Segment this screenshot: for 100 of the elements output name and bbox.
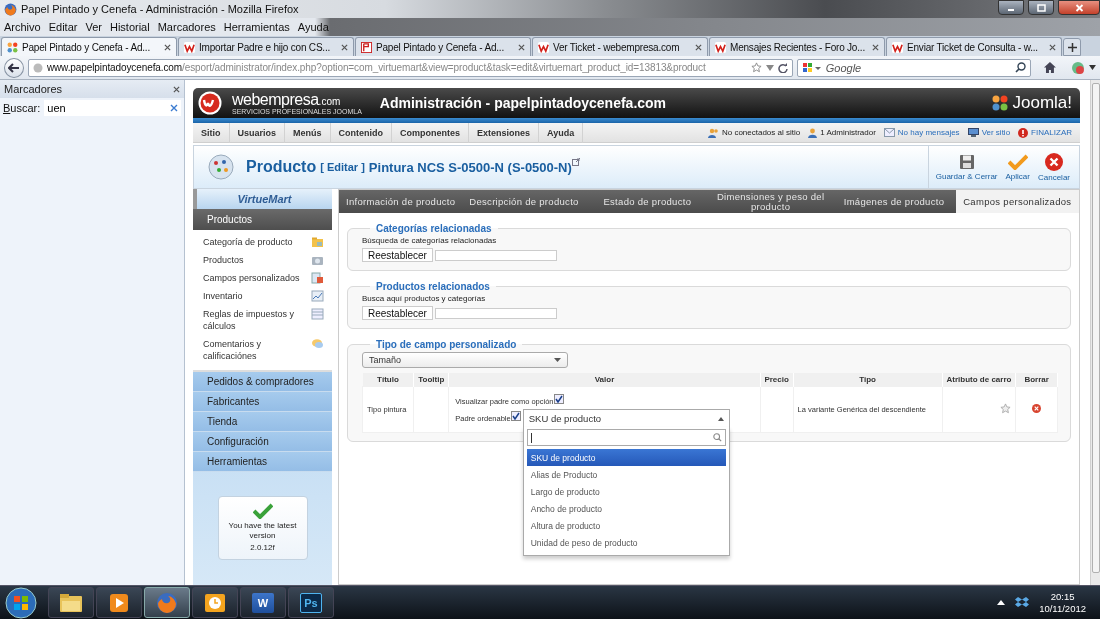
nav-menu-item[interactable]: Usuarios bbox=[229, 122, 285, 143]
star-icon[interactable] bbox=[750, 62, 762, 73]
close-icon[interactable] bbox=[518, 43, 525, 51]
taskbar-app[interactable] bbox=[192, 587, 238, 618]
status-link[interactable]: No conectados al sitio bbox=[707, 127, 801, 138]
dropdown-option[interactable]: Largo de producto bbox=[526, 483, 726, 500]
sidebar-link[interactable]: Categoría de producto bbox=[203, 236, 324, 248]
status-link[interactable]: Ver sitio bbox=[967, 128, 1011, 137]
browser-tab[interactable]: Papel Pintado y Cenefa - Ad... bbox=[355, 37, 531, 56]
close-icon[interactable] bbox=[173, 85, 180, 93]
field-dropdown[interactable]: SKU de producto bbox=[522, 409, 730, 427]
nav-menu-item[interactable]: Sitio bbox=[193, 122, 230, 143]
search-input-field[interactable] bbox=[434, 249, 557, 261]
star-icon[interactable] bbox=[1000, 403, 1012, 414]
nav-menu-item[interactable]: Menús bbox=[285, 122, 331, 143]
sidebar-group[interactable]: Pedidos & compradores bbox=[193, 372, 332, 392]
sidebar-group[interactable]: Herramientas bbox=[193, 452, 332, 472]
back-button[interactable] bbox=[4, 57, 24, 78]
content-tab[interactable]: Información de producto bbox=[339, 190, 463, 213]
menu-item[interactable]: Ver bbox=[81, 18, 106, 36]
taskbar-app[interactable]: W bbox=[240, 587, 286, 618]
toolbar-button[interactable]: Aplicar bbox=[1002, 153, 1033, 181]
nav-menu-item[interactable]: Extensiones bbox=[469, 122, 540, 143]
bookmark-search-box[interactable]: uen bbox=[44, 100, 181, 116]
reset-button[interactable]: Reestablecer bbox=[362, 306, 433, 320]
toolbar-button[interactable]: Cancelar bbox=[1035, 152, 1073, 182]
close-icon[interactable] bbox=[695, 43, 702, 51]
dropdown-option[interactable]: Ancho de producto bbox=[526, 500, 726, 517]
dropdown-arrow-icon[interactable] bbox=[765, 64, 774, 71]
sidebar-group[interactable]: Tienda bbox=[193, 412, 332, 432]
menu-item[interactable]: Marcadores bbox=[153, 18, 220, 36]
search-field[interactable]: Google bbox=[825, 61, 1012, 74]
dropdown-search-field[interactable] bbox=[526, 429, 726, 446]
sidebar-group[interactable]: Configuración bbox=[193, 432, 332, 452]
maximize-button[interactable] bbox=[1028, 0, 1054, 15]
sidebar-link[interactable]: Comentarios y calificaciónes bbox=[203, 338, 324, 362]
tray-arrow-icon[interactable] bbox=[997, 600, 1006, 605]
content-tab[interactable]: Dimensiones y peso del producto bbox=[709, 190, 833, 213]
search-box[interactable]: Google bbox=[796, 58, 1032, 77]
photoshop-icon: Ps bbox=[300, 592, 322, 613]
search-input-field[interactable] bbox=[434, 307, 557, 319]
reset-button[interactable]: Reestablecer bbox=[362, 248, 433, 262]
close-icon[interactable] bbox=[164, 43, 171, 51]
clock[interactable]: 20:15 10/11/2012 bbox=[1039, 590, 1086, 615]
sidebar-link[interactable]: Inventario bbox=[203, 290, 324, 302]
status-link[interactable]: 1 Administrador bbox=[808, 127, 876, 138]
sidebar-link[interactable]: Productos bbox=[203, 254, 324, 266]
browser-tab[interactable]: Importar Padre e hijo con CS... bbox=[178, 37, 354, 56]
close-icon[interactable] bbox=[341, 43, 348, 51]
sidebar-link[interactable]: Reglas de impuestos y cálculos bbox=[203, 308, 324, 332]
external-link-icon[interactable] bbox=[571, 158, 580, 166]
browser-tab[interactable]: Ver Ticket - webempresa.com bbox=[532, 37, 708, 56]
caret-icon[interactable] bbox=[1089, 65, 1096, 70]
status-link[interactable]: FINALIZAR bbox=[1018, 127, 1072, 138]
content-tab[interactable]: Estado de producto bbox=[585, 190, 709, 213]
reload-icon[interactable] bbox=[777, 62, 788, 73]
delete-icon[interactable] bbox=[1032, 404, 1042, 413]
content-tab[interactable]: Descripción de producto bbox=[462, 190, 586, 213]
search-icon[interactable] bbox=[1015, 62, 1027, 73]
nav-menu-item[interactable]: Contenido bbox=[330, 122, 393, 143]
toolbar-button[interactable]: Guardar & Cerrar bbox=[932, 153, 1001, 181]
scrollbar[interactable] bbox=[1090, 80, 1100, 585]
new-tab-button[interactable] bbox=[1063, 38, 1081, 56]
menu-item[interactable]: Ayuda bbox=[293, 18, 333, 36]
type-select[interactable]: Tamaño bbox=[362, 352, 568, 368]
browser-tab[interactable]: Enviar Ticket de Consulta - w... bbox=[886, 37, 1062, 56]
menu-item[interactable]: Historial bbox=[105, 18, 154, 36]
page-title: Producto bbox=[246, 158, 317, 176]
browser-tab[interactable]: Mensajes Recientes - Foro Jo... bbox=[709, 37, 885, 56]
addon-icon[interactable] bbox=[1071, 60, 1086, 75]
start-button-icon[interactable] bbox=[4, 586, 38, 619]
clear-icon[interactable] bbox=[170, 104, 178, 112]
dropdown-option[interactable]: Altura de producto bbox=[526, 517, 726, 534]
section-header[interactable]: Productos bbox=[193, 209, 332, 230]
sidebar-link[interactable]: Campos personalizados bbox=[203, 272, 324, 284]
home-icon[interactable] bbox=[1043, 61, 1058, 74]
nav-menu-item[interactable]: Componentes bbox=[392, 122, 470, 143]
menu-item[interactable]: Herramientas bbox=[219, 18, 294, 36]
dropdown-option[interactable]: Unidad de peso de producto bbox=[526, 534, 726, 551]
browser-tab[interactable]: Papel Pintado y Cenefa - Ad... bbox=[1, 37, 177, 56]
content-tab[interactable]: Campos personalizados bbox=[955, 190, 1079, 213]
menu-item[interactable]: Archivo bbox=[0, 18, 45, 36]
checkbox[interactable] bbox=[553, 394, 564, 404]
close-button[interactable] bbox=[1058, 0, 1100, 15]
dropdown-option[interactable]: SKU de producto bbox=[526, 449, 726, 466]
taskbar-app[interactable]: Ps bbox=[288, 587, 334, 618]
address-field[interactable]: www.papelpintadoycenefa.com/esport/administrator/index.php?option=com_virtuemart&view=product&task=edit&virtuemart_product_id=13813&product bbox=[27, 58, 793, 77]
close-icon[interactable] bbox=[872, 43, 879, 51]
status-link[interactable]: No hay mensajes bbox=[883, 128, 960, 137]
minimize-button[interactable] bbox=[998, 0, 1024, 15]
nav-menu-item[interactable]: Ayuda bbox=[539, 122, 584, 143]
taskbar-app[interactable] bbox=[96, 587, 142, 618]
menu-item[interactable]: Editar bbox=[44, 18, 82, 36]
close-icon[interactable] bbox=[1049, 43, 1056, 51]
content-tab[interactable]: Imágenes de producto bbox=[832, 190, 956, 213]
box-icon[interactable] bbox=[1015, 596, 1030, 609]
checkbox[interactable] bbox=[510, 411, 521, 421]
taskbar-app[interactable] bbox=[48, 587, 94, 618]
sidebar-group[interactable]: Fabricantes bbox=[193, 392, 332, 412]
dropdown-option[interactable]: Alias de Producto bbox=[526, 466, 726, 483]
